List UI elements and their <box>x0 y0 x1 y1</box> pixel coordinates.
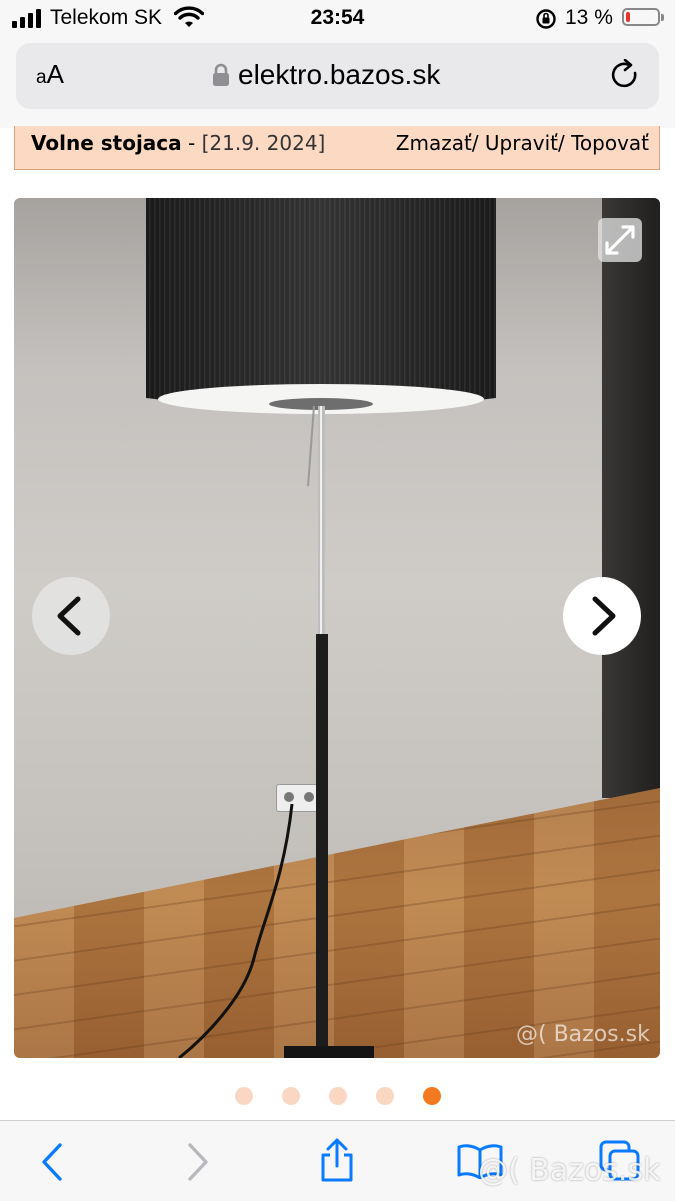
pagination-dot[interactable] <box>329 1087 347 1105</box>
url-text: elektro.bazos.sk <box>238 59 441 90</box>
photo-pagination <box>0 1087 675 1107</box>
title-separator: - <box>181 131 202 155</box>
pagination-dot[interactable] <box>376 1087 394 1105</box>
status-bar: Telekom SK 23:54 13 % <box>0 0 675 40</box>
reload-icon[interactable] <box>610 59 642 93</box>
url-display[interactable]: elektro.bazos.sk <box>212 59 440 91</box>
battery-icon <box>622 8 660 26</box>
pagination-dot-active[interactable] <box>423 1087 441 1105</box>
browser-toolbar: @( Bazos.sk <box>0 1120 675 1201</box>
reader-large-a: A <box>46 59 64 89</box>
listing-header: Volne stojaca - [21.9. 2024] Zmazať/ Upr… <box>14 126 660 170</box>
battery-percent: 13 % <box>565 6 613 29</box>
listing-title: Volne stojaca <box>31 131 182 155</box>
chevron-left-icon <box>57 596 81 636</box>
reader-small-a: A <box>36 67 47 88</box>
photo-watermark: @( Bazos.sk <box>516 1022 650 1047</box>
cellular-signal-icon <box>12 8 42 28</box>
address-bar[interactable]: AA elektro.bazos.sk <box>16 43 659 109</box>
next-photo-button[interactable] <box>563 577 641 655</box>
carrier-name: Telekom SK <box>50 6 163 29</box>
fullscreen-button[interactable] <box>598 218 642 262</box>
reader-options-button[interactable]: AA <box>36 59 64 90</box>
chevron-right-icon <box>592 596 616 636</box>
previous-photo-button[interactable] <box>32 577 110 655</box>
listing-actions: Zmazať/ Upraviť/ Topovať <box>395 131 649 155</box>
share-icon[interactable] <box>318 1137 356 1183</box>
lock-icon <box>213 63 229 86</box>
browser-header: AA elektro.bazos.sk <box>0 40 675 128</box>
listing-title-line: Volne stojaca - [21.9. 2024] <box>31 131 325 155</box>
top-link[interactable]: Topovať <box>571 131 649 155</box>
battery-level <box>626 12 630 22</box>
battery-tip <box>661 14 664 21</box>
back-icon[interactable] <box>36 1141 68 1183</box>
orientation-lock-icon <box>536 9 556 29</box>
pagination-dot[interactable] <box>282 1087 300 1105</box>
listing-photo[interactable]: @( Bazos.sk <box>14 198 660 1058</box>
forward-icon[interactable] <box>182 1141 214 1183</box>
toolbar-watermark: @( Bazos.sk <box>478 1153 661 1188</box>
listing-date: [21.9. 2024] <box>201 131 326 155</box>
expand-icon <box>605 225 635 255</box>
delete-link[interactable]: Zmazať <box>396 131 472 155</box>
pagination-dot[interactable] <box>235 1087 253 1105</box>
edit-link[interactable]: Upraviť <box>485 131 558 155</box>
wifi-icon <box>174 6 204 27</box>
